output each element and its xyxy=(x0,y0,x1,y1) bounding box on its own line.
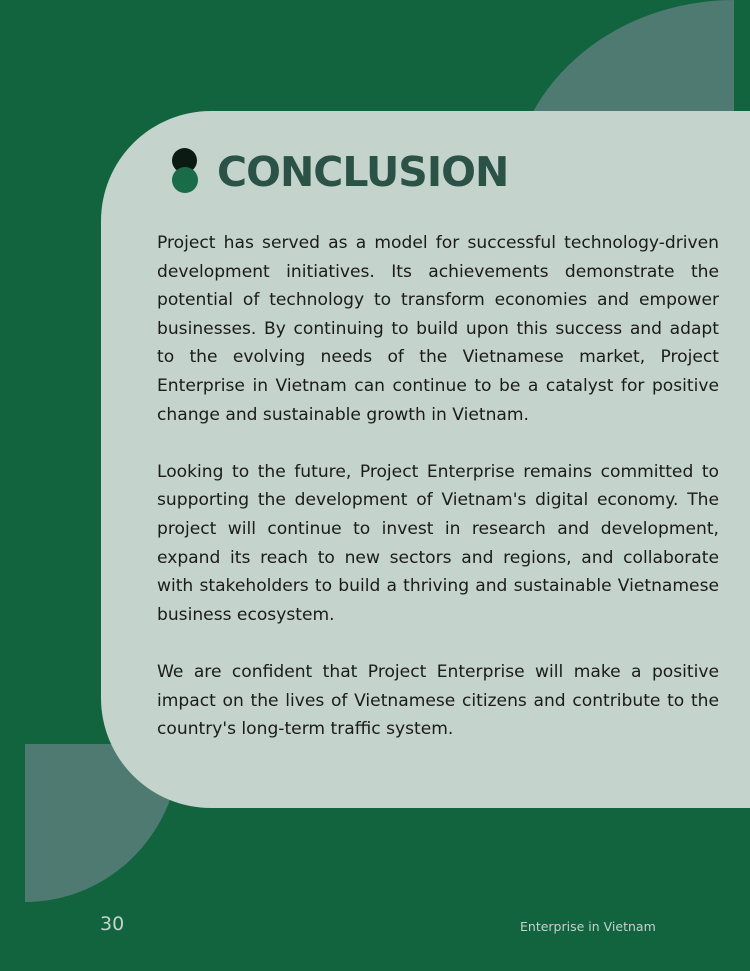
paragraph-confidence: We are confident that Project Enterprise… xyxy=(157,661,719,740)
body-text: Project has served as a model for succes… xyxy=(157,229,719,744)
page-number: 30 xyxy=(100,913,125,935)
footer-caption: Enterprise in Vietnam xyxy=(520,919,656,934)
dot-green xyxy=(172,167,198,193)
page-title: CONCLUSION xyxy=(217,148,509,196)
paragraph-summary: Project has served as a model for succes… xyxy=(157,233,719,425)
paragraph-future: Looking to the future, Project Enterpris… xyxy=(157,461,719,625)
stacked-dots-icon xyxy=(170,148,200,194)
